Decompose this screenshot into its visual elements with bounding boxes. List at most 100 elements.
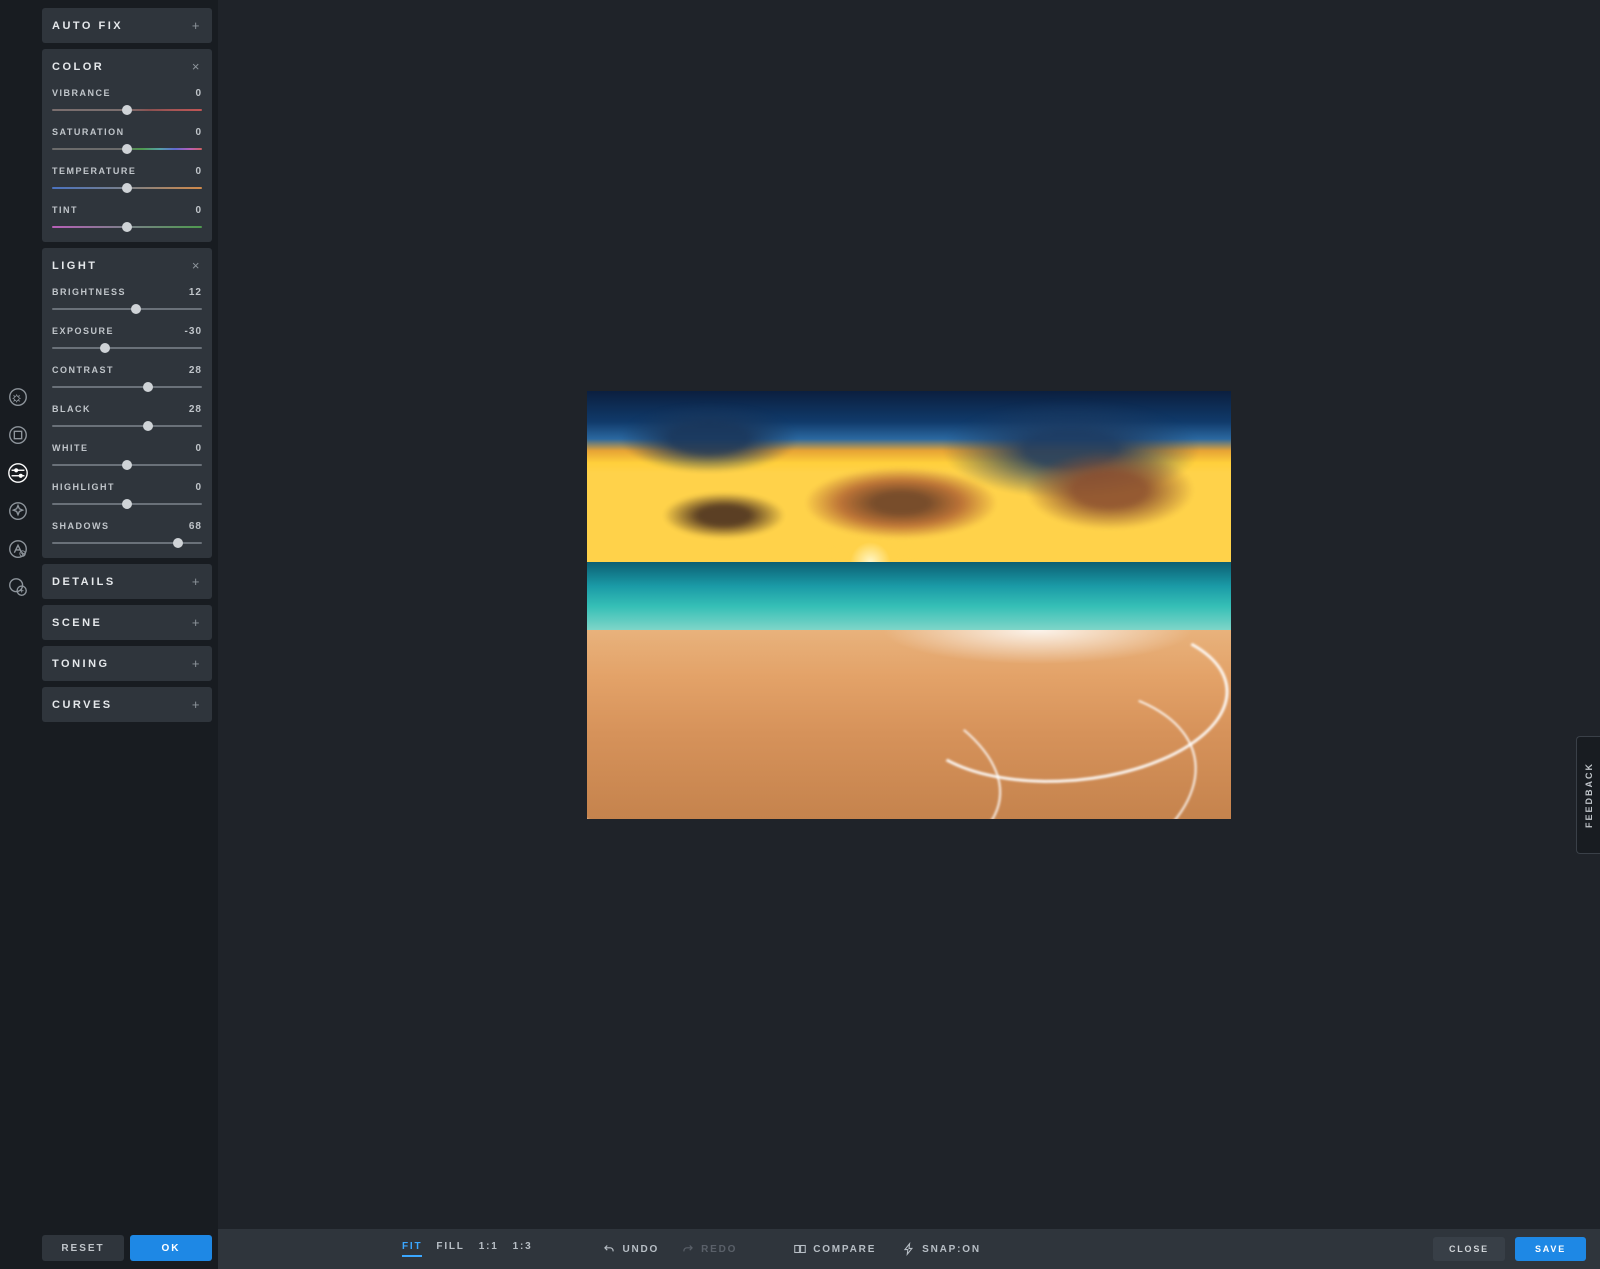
slider-black: BLACK 28	[52, 404, 202, 431]
undo-button[interactable]: UNDO	[602, 1242, 659, 1256]
image-preview[interactable]	[587, 391, 1231, 819]
section-curves[interactable]: CURVES +	[42, 687, 212, 722]
effects-icon[interactable]	[6, 499, 30, 523]
slider-value: 0	[195, 482, 202, 493]
slider-track[interactable]	[52, 144, 202, 154]
ok-button[interactable]: OK	[130, 1235, 212, 1261]
expand-icon[interactable]: +	[192, 574, 202, 589]
slider-knob[interactable]	[143, 382, 153, 392]
overlay-icon[interactable]	[6, 575, 30, 599]
slider-track[interactable]	[52, 382, 202, 392]
section-toning[interactable]: TONING +	[42, 646, 212, 681]
close-button[interactable]: CLOSE	[1433, 1237, 1505, 1261]
collapse-icon[interactable]: ×	[192, 59, 202, 74]
section-color-header[interactable]: COLOR ×	[52, 59, 202, 74]
reset-button[interactable]: RESET	[42, 1235, 124, 1261]
slider-knob[interactable]	[122, 460, 132, 470]
slider-value: 28	[189, 404, 202, 415]
slider-knob[interactable]	[122, 183, 132, 193]
slider-contrast: CONTRAST28	[52, 365, 202, 392]
slider-track[interactable]	[52, 343, 202, 353]
slider-knob[interactable]	[122, 105, 132, 115]
slider-label: SHADOWS	[52, 521, 110, 531]
slider-knob[interactable]	[143, 421, 153, 431]
view-mode-1-3[interactable]: 1:3	[513, 1241, 533, 1257]
slider-value: 0	[195, 205, 202, 216]
slider-value: 0	[195, 166, 202, 177]
slider-track[interactable]	[52, 538, 202, 548]
section-scene[interactable]: SCENE +	[42, 605, 212, 640]
text-icon[interactable]	[6, 537, 30, 561]
slider-track[interactable]	[52, 460, 202, 470]
section-title: TONING	[52, 658, 110, 670]
slider-label: BRIGHTNESS	[52, 287, 126, 297]
slider-saturation: SATURATION 0	[52, 127, 202, 154]
slider-track[interactable]	[52, 222, 202, 232]
adjust-panel: AUTO FIX + COLOR × VIBRANCE0SATURATION0T…	[36, 0, 218, 1269]
view-mode-fit[interactable]: FIT	[402, 1241, 422, 1257]
slider-label: TINT	[52, 205, 78, 215]
slider-label: EXPOSURE	[52, 326, 114, 336]
slider-vibrance: VIBRANCE 0	[52, 88, 202, 115]
slider-track[interactable]	[52, 105, 202, 115]
slider-knob[interactable]	[131, 304, 141, 314]
history-group: UNDO REDO	[602, 1242, 737, 1256]
slider-value: 0	[195, 88, 202, 99]
section-title: SCENE	[52, 617, 102, 629]
slider-temperature: TEMPERATURE 0	[52, 166, 202, 193]
save-button[interactable]: SAVE	[1515, 1237, 1586, 1261]
slider-label: HIGHLIGHT	[52, 482, 115, 492]
slider-track[interactable]	[52, 421, 202, 431]
right-actions: CLOSE SAVE	[1433, 1237, 1586, 1261]
slider-knob[interactable]	[122, 222, 132, 232]
feedback-label: FEEDBACK	[1584, 762, 1594, 828]
section-title: CURVES	[52, 699, 113, 711]
compare-button[interactable]: COMPARE	[793, 1242, 876, 1256]
expand-icon[interactable]: +	[192, 615, 202, 630]
expand-icon[interactable]: +	[192, 697, 202, 712]
slider-knob[interactable]	[173, 538, 183, 548]
slider-value: 0	[195, 443, 202, 454]
slider-track[interactable]	[52, 183, 202, 193]
collapse-icon[interactable]: ×	[192, 258, 202, 273]
section-light: LIGHT × BRIGHTNESS12EXPOSURE-30CONTRAST2…	[42, 248, 212, 558]
section-title: LIGHT	[52, 260, 98, 272]
feedback-tab[interactable]: FEEDBACK	[1576, 736, 1600, 854]
section-light-header[interactable]: LIGHT ×	[52, 258, 202, 273]
compare-icon	[793, 1242, 807, 1256]
crop-icon[interactable]	[6, 423, 30, 447]
snap-label: SNAP:ON	[922, 1244, 981, 1255]
compare-label: COMPARE	[813, 1244, 876, 1255]
slider-track[interactable]	[52, 499, 202, 509]
slider-knob[interactable]	[122, 499, 132, 509]
slider-knob[interactable]	[122, 144, 132, 154]
slider-label: BLACK	[52, 404, 91, 414]
slider-label: VIBRANCE	[52, 88, 111, 98]
section-color: COLOR × VIBRANCE 0 SATURATION 0 TEMPERATURE 0…	[42, 49, 212, 242]
view-mode-fill[interactable]: FILL	[436, 1241, 464, 1257]
slider-label: SATURATION	[52, 127, 125, 137]
adjust-icon[interactable]	[6, 461, 30, 485]
slider-track[interactable]	[52, 304, 202, 314]
section-title: DETAILS	[52, 576, 116, 588]
bottom-toolbar: FIT FILL 1:1 1:3 UNDO REDO COMPARE	[218, 1229, 1600, 1269]
slider-knob[interactable]	[100, 343, 110, 353]
slider-value: 0	[195, 127, 202, 138]
undo-label: UNDO	[622, 1244, 659, 1255]
slider-value: -30	[185, 326, 202, 337]
redo-label: REDO	[701, 1244, 737, 1255]
section-details[interactable]: DETAILS +	[42, 564, 212, 599]
slider-label: TEMPERATURE	[52, 166, 136, 176]
undo-icon	[602, 1242, 616, 1256]
view-mode-1-1[interactable]: 1:1	[479, 1241, 499, 1257]
slider-white: WHITE0	[52, 443, 202, 470]
redo-button[interactable]: REDO	[681, 1242, 737, 1256]
section-auto-fix[interactable]: AUTO FIX +	[42, 8, 212, 43]
snap-button[interactable]: SNAP:ON	[902, 1242, 981, 1256]
slider-value: 28	[189, 365, 202, 376]
auto-fix-icon[interactable]	[6, 385, 30, 409]
expand-icon[interactable]: +	[192, 18, 202, 33]
expand-icon[interactable]: +	[192, 656, 202, 671]
slider-tint: TINT 0	[52, 205, 202, 232]
section-title: AUTO FIX	[52, 20, 123, 32]
